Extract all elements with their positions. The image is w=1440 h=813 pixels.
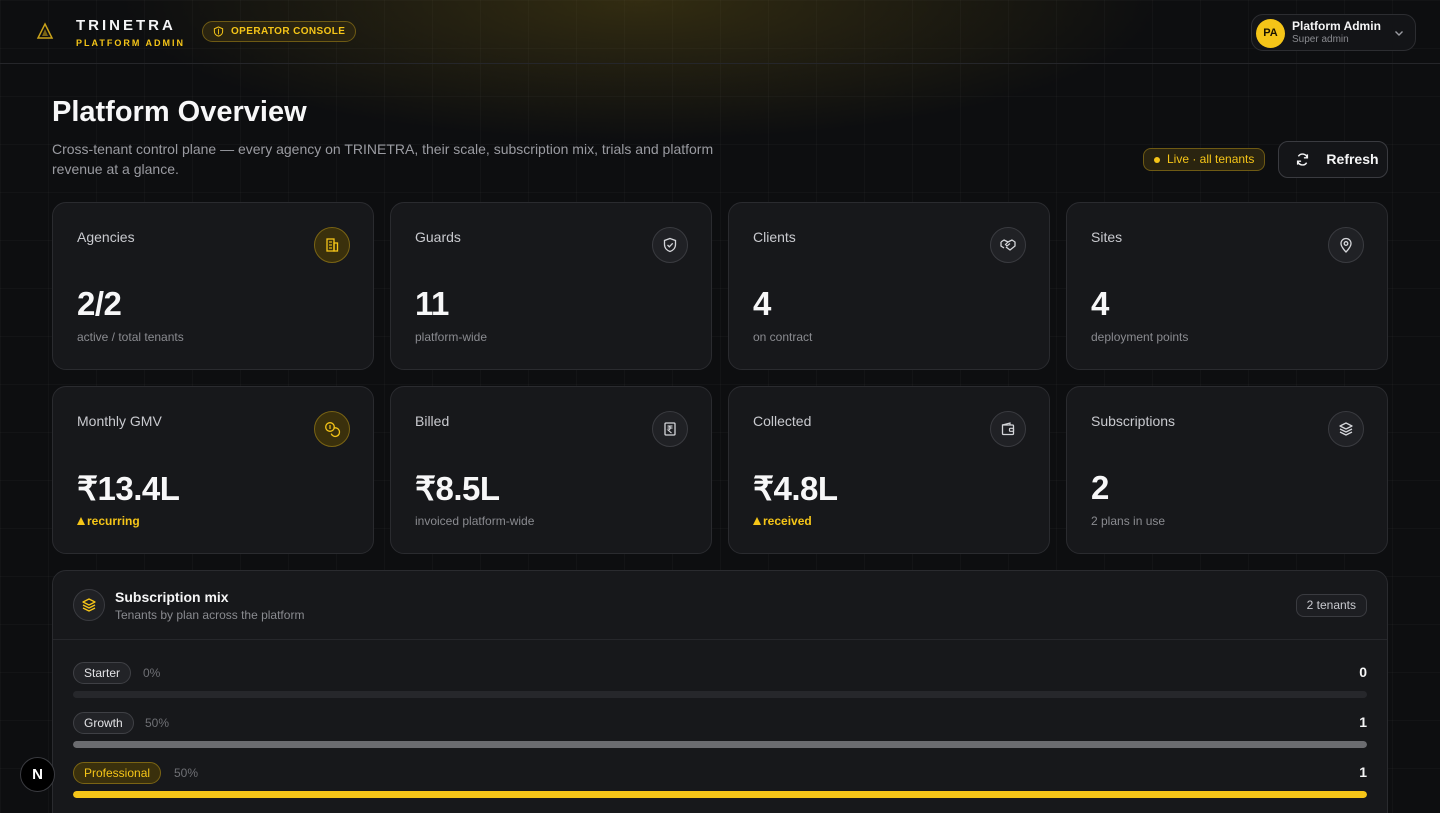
panel-title: Subscription mix bbox=[115, 589, 229, 605]
plan-bar-track bbox=[73, 741, 1367, 748]
stat-card-subscriptions[interactable]: Subscriptions 2 2 plans in use bbox=[1066, 386, 1388, 554]
stat-trend: recurring bbox=[77, 514, 140, 528]
stat-card-monthly-gmv[interactable]: Monthly GMV ₹13.4L recurring bbox=[52, 386, 374, 554]
stat-trend: received bbox=[753, 514, 812, 528]
brand[interactable]: TRINETRA PLATFORM ADMIN bbox=[76, 17, 185, 48]
stat-label: Clients bbox=[753, 229, 796, 245]
stat-label: Agencies bbox=[77, 229, 135, 245]
shield-check-icon bbox=[652, 227, 688, 263]
stat-label: Billed bbox=[415, 413, 450, 429]
page-title: Platform Overview bbox=[52, 96, 307, 128]
plan-count: 1 bbox=[1359, 714, 1367, 730]
wallet-icon bbox=[990, 411, 1026, 447]
refresh-button[interactable]: Refresh bbox=[1278, 141, 1388, 178]
live-status-badge: Live · all tenants bbox=[1143, 148, 1266, 171]
stat-label: Guards bbox=[415, 229, 461, 245]
plan-bar-fill bbox=[73, 741, 1367, 748]
stat-subtext: 2 plans in use bbox=[1091, 514, 1166, 528]
plan-row-starter: Starter 0% 0 bbox=[73, 662, 1367, 702]
plan-row-professional: Professional 50% 1 bbox=[73, 762, 1367, 802]
user-role: Super admin bbox=[1292, 34, 1349, 45]
stat-value: ₹13.4L bbox=[77, 470, 180, 507]
console-badge-label: OPERATOR CONSOLE bbox=[231, 26, 346, 37]
plan-count: 1 bbox=[1359, 764, 1367, 780]
live-dot-icon bbox=[1154, 157, 1160, 163]
receipt-rupee-icon bbox=[652, 411, 688, 447]
stat-value: ₹8.5L bbox=[415, 470, 500, 507]
subscription-mix-panel: Subscription mix Tenants by plan across … bbox=[52, 570, 1388, 813]
shield-icon bbox=[213, 26, 224, 37]
stat-label: Collected bbox=[753, 413, 812, 429]
dev-tools-badge[interactable]: N bbox=[20, 757, 55, 792]
brand-name: TRINETRA bbox=[76, 17, 176, 34]
plan-percent: 0% bbox=[143, 666, 161, 680]
avatar: PA bbox=[1256, 19, 1285, 48]
stat-card-clients[interactable]: Clients 4 on contract bbox=[728, 202, 1050, 370]
plan-chip: Starter bbox=[73, 662, 132, 684]
handshake-icon bbox=[990, 227, 1026, 263]
stat-label: Monthly GMV bbox=[77, 413, 162, 429]
refresh-icon bbox=[1296, 153, 1309, 166]
stat-value: 4 bbox=[753, 285, 771, 322]
live-badge-label: Live · all tenants bbox=[1167, 152, 1255, 166]
brand-subtitle: PLATFORM ADMIN bbox=[76, 38, 185, 48]
stat-subtext: active / total tenants bbox=[77, 330, 184, 344]
stat-value: ₹4.8L bbox=[753, 470, 838, 507]
layers-icon bbox=[73, 589, 105, 621]
top-bar: TRINETRA PLATFORM ADMIN OPERATOR CONSOLE… bbox=[0, 0, 1440, 64]
stat-card-sites[interactable]: Sites 4 deployment points bbox=[1066, 202, 1388, 370]
building-icon bbox=[314, 227, 350, 263]
panel-subtitle: Tenants by plan across the platform bbox=[115, 608, 305, 622]
user-menu[interactable]: PA Platform Admin Super admin bbox=[1251, 14, 1416, 51]
stat-value: 2/2 bbox=[77, 285, 122, 322]
plan-count: 0 bbox=[1359, 664, 1367, 680]
plan-chip: Growth bbox=[73, 712, 134, 734]
stat-card-collected[interactable]: Collected ₹4.8L received bbox=[728, 386, 1050, 554]
stat-value: 2 bbox=[1091, 469, 1109, 506]
stat-subtext: deployment points bbox=[1091, 330, 1189, 344]
stat-value: 11 bbox=[415, 285, 449, 322]
plan-percent: 50% bbox=[145, 716, 170, 730]
coins-icon bbox=[314, 411, 350, 447]
plan-bar-track bbox=[73, 691, 1367, 698]
stat-card-guards[interactable]: Guards 11 platform-wide bbox=[390, 202, 712, 370]
stat-label: Sites bbox=[1091, 229, 1123, 245]
plan-chip: Professional bbox=[73, 762, 162, 784]
plan-percent: 50% bbox=[174, 766, 199, 780]
stat-subtext: on contract bbox=[753, 330, 813, 344]
stat-card-agencies[interactable]: Agencies 2/2 active / total tenants bbox=[52, 202, 374, 370]
layers-icon bbox=[1328, 411, 1364, 447]
trinetra-logo-icon bbox=[36, 22, 54, 39]
stat-subtext: platform-wide bbox=[415, 330, 488, 344]
user-name: Platform Admin bbox=[1292, 19, 1381, 33]
stat-value: 4 bbox=[1091, 285, 1109, 322]
panel-header: Subscription mix Tenants by plan across … bbox=[53, 571, 1387, 640]
map-pin-icon bbox=[1328, 227, 1364, 263]
chevron-down-icon bbox=[1395, 31, 1403, 36]
stat-card-billed[interactable]: Billed ₹8.5L invoiced platform-wide bbox=[390, 386, 712, 554]
plan-bar-track bbox=[73, 791, 1367, 798]
refresh-label: Refresh bbox=[1326, 151, 1379, 167]
stat-label: Subscriptions bbox=[1091, 413, 1176, 429]
tenant-count-badge: 2 tenants bbox=[1295, 594, 1367, 617]
plan-row-growth: Growth 50% 1 bbox=[73, 712, 1367, 752]
operator-console-badge: OPERATOR CONSOLE bbox=[202, 21, 357, 42]
page-description: Cross-tenant control plane — every agenc… bbox=[52, 141, 714, 177]
stat-subtext: invoiced platform-wide bbox=[415, 514, 535, 528]
plan-bar-fill bbox=[73, 791, 1367, 798]
